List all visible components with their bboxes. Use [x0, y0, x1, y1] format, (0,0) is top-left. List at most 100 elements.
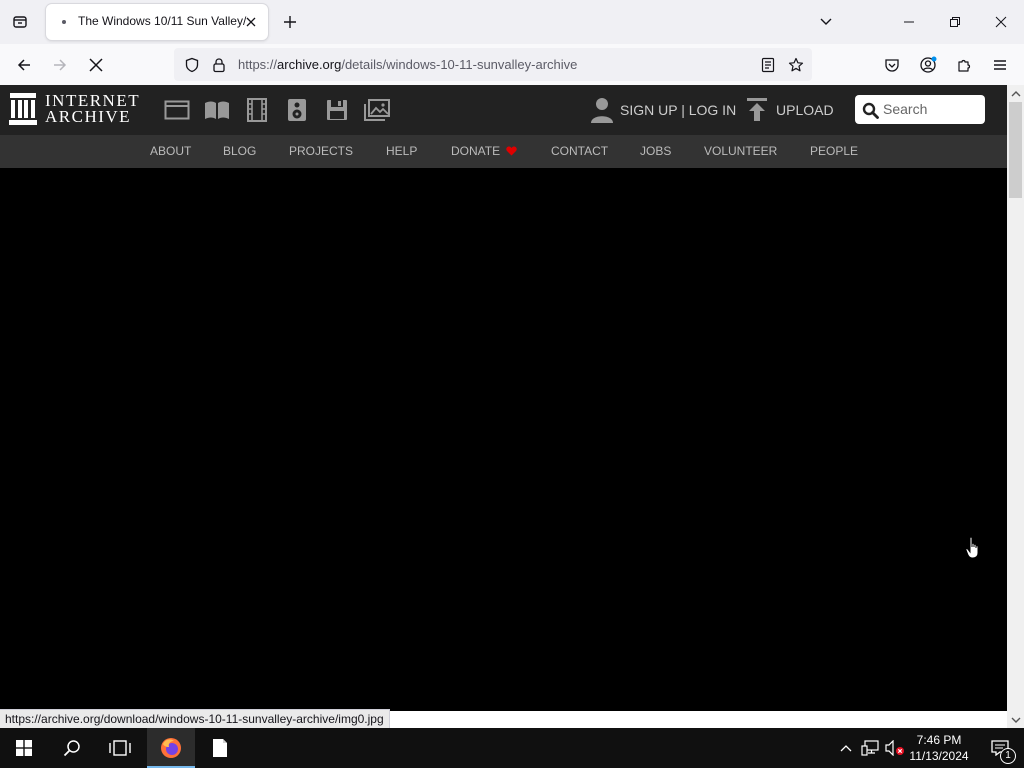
- ia-account-link[interactable]: SIGN UP | LOG IN: [590, 97, 736, 123]
- network-tray-button[interactable]: [860, 738, 880, 758]
- chevron-up-icon: [840, 745, 852, 752]
- nav-projects[interactable]: PROJECTS: [289, 144, 353, 158]
- sign-up-log-in-label: SIGN UP | LOG IN: [620, 102, 737, 118]
- url-scheme: https://: [238, 57, 278, 72]
- list-all-tabs-button[interactable]: [6, 9, 34, 35]
- task-view-icon: [109, 740, 131, 756]
- url-path: /details/windows-10-11-sunvalley-archive: [341, 57, 578, 72]
- nav-contact[interactable]: CONTACT: [551, 144, 608, 158]
- media-images-button[interactable]: [362, 96, 392, 124]
- tab-close-button[interactable]: [242, 13, 260, 31]
- ia-nav-bar: ABOUT BLOG PROJECTS HELP DONATE CONTACT …: [0, 135, 1007, 168]
- tab-loading-indicator: [62, 20, 66, 24]
- nav-volunteer[interactable]: VOLUNTEER: [704, 144, 777, 158]
- media-video-button[interactable]: [242, 96, 272, 124]
- media-software-button[interactable]: [322, 96, 352, 124]
- list-all-tabs-icon: [12, 14, 28, 30]
- window-restore-button[interactable]: [932, 0, 978, 44]
- lock-icon[interactable]: [210, 56, 228, 74]
- chevron-down-icon: [1011, 717, 1020, 723]
- volume-tray-button[interactable]: [885, 738, 905, 758]
- media-audio-button[interactable]: [282, 96, 312, 124]
- nav-donate[interactable]: DONATE: [451, 144, 517, 158]
- link-status-tooltip: https://archive.org/download/windows-10-…: [0, 709, 390, 729]
- archive-building-icon: [9, 93, 37, 125]
- clock-date: 11/13/2024: [909, 749, 969, 763]
- window-minimize-button[interactable]: [886, 0, 932, 44]
- show-hidden-icons-button[interactable]: [836, 738, 856, 758]
- ia-search-input[interactable]: [883, 99, 981, 119]
- chevron-down-icon: [820, 18, 832, 25]
- taskbar-firefox[interactable]: [147, 728, 195, 768]
- browser-tab-strip: The Windows 10/11 Sun Valley/: [0, 0, 1024, 44]
- firefox-icon: [161, 738, 181, 758]
- media-web-button[interactable]: [162, 96, 192, 124]
- back-button[interactable]: [10, 51, 38, 79]
- start-button[interactable]: [0, 728, 48, 768]
- user-icon: [590, 97, 614, 123]
- ia-search-box[interactable]: [855, 95, 985, 124]
- scroll-thumb[interactable]: [1009, 102, 1022, 198]
- back-arrow-icon: [17, 59, 30, 71]
- media-viewer-area[interactable]: [0, 168, 1007, 711]
- reader-view-icon: [761, 57, 775, 73]
- nav-help[interactable]: HELP: [386, 144, 417, 158]
- audio-icon: [288, 99, 306, 121]
- scroll-up-button[interactable]: [1007, 85, 1024, 102]
- chevron-up-icon: [1011, 90, 1020, 96]
- video-icon: [247, 98, 267, 122]
- vertical-scrollbar[interactable]: [1007, 85, 1024, 728]
- nav-about[interactable]: ABOUT: [150, 144, 191, 158]
- window-close-button[interactable]: [978, 0, 1024, 44]
- taskbar-search-button[interactable]: [48, 728, 96, 768]
- texts-icon: [205, 101, 229, 119]
- search-icon: [63, 740, 80, 757]
- hamburger-menu-icon: [994, 60, 1006, 70]
- url-text[interactable]: https://archive.org/details/windows-10-1…: [238, 57, 577, 72]
- ia-logo[interactable]: INTERNET ARCHIVE: [9, 92, 140, 125]
- plus-icon: [284, 16, 296, 28]
- account-button[interactable]: [914, 51, 942, 79]
- media-texts-button[interactable]: [202, 96, 232, 124]
- stop-loading-button[interactable]: [82, 51, 110, 79]
- pocket-button[interactable]: [878, 51, 906, 79]
- close-icon: [995, 16, 1007, 28]
- hand-cursor-icon: [965, 536, 983, 560]
- scroll-down-button[interactable]: [1007, 711, 1024, 728]
- nav-jobs[interactable]: JOBS: [640, 144, 671, 158]
- software-icon: [327, 100, 347, 120]
- new-tab-button[interactable]: [277, 10, 303, 34]
- file-icon: [213, 739, 227, 757]
- nav-donate-label: DONATE: [451, 144, 501, 158]
- forward-arrow-icon: [54, 59, 67, 71]
- reader-view-button[interactable]: [758, 55, 778, 75]
- nav-blog[interactable]: BLOG: [223, 144, 256, 158]
- navigation-toolbar: https://archive.org/details/windows-10-1…: [0, 44, 1024, 86]
- task-view-button[interactable]: [96, 728, 144, 768]
- extensions-icon: [958, 59, 971, 72]
- restore-icon: [950, 17, 960, 27]
- shield-icon[interactable]: [183, 56, 201, 74]
- taskbar-file[interactable]: [196, 728, 244, 768]
- pocket-icon: [885, 59, 899, 72]
- browser-tab-active[interactable]: The Windows 10/11 Sun Valley/: [46, 4, 268, 40]
- tabs-overflow-button[interactable]: [814, 11, 838, 33]
- app-menu-button[interactable]: [986, 51, 1014, 79]
- tab-title: The Windows 10/11 Sun Valley/: [78, 14, 247, 28]
- address-bar[interactable]: https://archive.org/details/windows-10-1…: [174, 48, 812, 81]
- search-icon: [862, 102, 879, 119]
- stop-loading-icon: [89, 58, 103, 72]
- windows-taskbar: 7:46 PM 11/13/2024 1: [0, 728, 1024, 768]
- ia-upload-link[interactable]: UPLOAD: [746, 97, 834, 123]
- taskbar-clock[interactable]: 7:46 PM 11/13/2024: [906, 732, 972, 764]
- nav-people[interactable]: PEOPLE: [810, 144, 858, 158]
- bookmark-star-button[interactable]: [786, 55, 806, 75]
- extensions-button[interactable]: [950, 51, 978, 79]
- network-icon: [861, 740, 879, 756]
- action-center-button[interactable]: 1: [978, 728, 1022, 768]
- url-host: archive.org: [277, 57, 342, 72]
- upload-label: UPLOAD: [776, 102, 834, 118]
- forward-button[interactable]: [46, 51, 74, 79]
- clock-time: 7:46 PM: [916, 733, 962, 747]
- account-icon: [920, 56, 937, 73]
